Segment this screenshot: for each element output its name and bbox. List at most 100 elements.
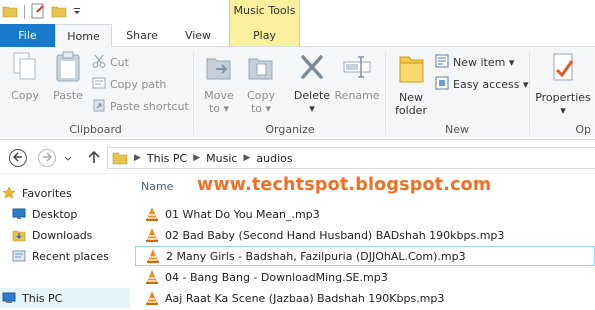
recent-places-icon (10, 249, 28, 263)
copy-to-label-1: Copy (247, 89, 275, 102)
watermark-text: www.techtspot.blogspot.com (197, 175, 492, 195)
back-arrow-icon (12, 151, 23, 165)
up-button[interactable] (85, 149, 103, 167)
organize-group-label: Organize (265, 123, 315, 136)
new-item-icon (435, 54, 449, 71)
delete-button[interactable]: Delete ▾ (291, 51, 333, 115)
properties-icon[interactable] (31, 3, 45, 22)
qat-separator (24, 5, 25, 19)
move-to-label-2: to ▾ (208, 102, 230, 115)
nav-downloads[interactable]: Downloads (0, 225, 130, 245)
cut-label: Cut (110, 55, 129, 69)
move-to-label-1: Move (204, 89, 234, 102)
vlc-cone-icon (143, 227, 161, 243)
new-item-button[interactable]: New item ▾ (435, 53, 514, 71)
copy-to-label-2: to ▾ (250, 102, 272, 115)
copy-path-label: Copy path (110, 77, 167, 91)
file-name: 02 Bad Baby (Second Hand Husband) BADsha… (165, 228, 505, 242)
file-list: Name www.techtspot.blogspot.com 01 What … (131, 175, 595, 310)
paste-shortcut-label: Paste shortcut (110, 99, 189, 113)
new-folder-label-1: New (399, 91, 423, 104)
scissors-icon (92, 54, 106, 71)
forward-arrow-icon (42, 151, 53, 165)
delete-x-icon (291, 51, 333, 86)
chevron-down-icon (64, 152, 72, 165)
ribbon-separator (385, 51, 386, 135)
delete-dropdown: ▾ (309, 102, 315, 115)
tab-share[interactable]: Share (112, 24, 172, 47)
rename-button[interactable]: Rename (333, 51, 381, 102)
paste-shortcut-icon (92, 98, 106, 115)
nav-this-pc[interactable]: This PC (0, 288, 130, 308)
qat-dropdown-icon[interactable] (73, 6, 81, 19)
easy-access-label: Easy access ▾ (453, 77, 529, 91)
copy-to-icon (243, 51, 279, 86)
file-row[interactable]: Aaj Raat Ka Scene (Jazbaa) Badshah 190Kb… (135, 288, 595, 308)
file-name: 01 What Do You Mean_.mp3 (165, 207, 320, 221)
file-name: 2 Many Girls - Badshah, Fazilpuria (DJJO… (166, 249, 466, 263)
tab-file[interactable]: File (0, 24, 55, 47)
nav-downloads-label: Downloads (32, 228, 93, 242)
copy-label: Copy (11, 89, 39, 102)
tab-play[interactable]: Play (229, 24, 300, 47)
folder-icon (112, 151, 128, 165)
file-row[interactable]: 01 What Do You Mean_.mp3 (135, 204, 595, 224)
navigation-pane: Favorites Desktop Downloads Recent place… (0, 175, 130, 310)
star-icon (0, 186, 18, 200)
paste-button[interactable]: Paste (48, 51, 88, 102)
move-to-button[interactable]: Move to ▾ (201, 51, 237, 115)
cut-button[interactable]: Cut (92, 53, 129, 71)
clipboard-group: Copy Paste Cut Copy path Paste shortcut … (0, 47, 191, 140)
file-row[interactable]: 02 Bad Baby (Second Hand Husband) BADsha… (135, 225, 595, 245)
properties-button[interactable]: Properties ▾ (535, 51, 591, 117)
nav-this-pc-label: This PC (22, 291, 63, 305)
up-arrow-icon (88, 150, 100, 167)
column-header-name[interactable]: Name (141, 180, 173, 193)
nav-recent-places-label: Recent places (32, 249, 109, 263)
copy-to-button[interactable]: Copy to ▾ (243, 51, 279, 115)
paste-icon (48, 51, 88, 86)
breadcrumb-separator-icon: ▶ (134, 153, 141, 163)
file-row-selected[interactable]: 2 Many Girls - Badshah, Fazilpuria (DJJO… (135, 246, 595, 266)
copy-path-icon (92, 76, 106, 93)
nav-recent-places[interactable]: Recent places (0, 246, 130, 266)
paste-label: Paste (53, 89, 83, 102)
paste-shortcut-button[interactable]: Paste shortcut (92, 97, 189, 115)
open-group: Properties ▾ Op (531, 47, 595, 140)
copy-path-button[interactable]: Copy path (92, 75, 166, 93)
new-folder-qat-icon[interactable] (51, 4, 67, 21)
nav-favorites[interactable]: Favorites (0, 183, 130, 203)
properties-dropdown: ▾ (560, 104, 566, 117)
breadcrumb-audios[interactable]: audios (256, 152, 292, 165)
new-group: New folder New item ▾ Easy access ▾ New (387, 47, 529, 140)
delete-label: Delete (293, 89, 331, 102)
explorer-window: Music Tools File Home Share View Play Co… (0, 0, 595, 310)
quick-access-toolbar (2, 3, 81, 21)
vlc-cone-icon (144, 248, 162, 264)
breadcrumb-music[interactable]: Music (206, 152, 237, 165)
properties-label: Properties (535, 91, 591, 104)
ribbon-separator (193, 51, 194, 135)
file-name: 04 - Bang Bang - DownloadMing.SE.mp3 (165, 270, 388, 284)
app-folder-icon[interactable] (2, 4, 18, 21)
address-bar[interactable]: ▶ This PC ▶ Music ▶ audios (107, 147, 595, 169)
new-folder-button[interactable]: New folder (391, 51, 431, 117)
easy-access-icon (435, 76, 449, 93)
tab-view[interactable]: View (172, 24, 224, 47)
file-row[interactable]: 04 - Bang Bang - DownloadMing.SE.mp3 (135, 267, 595, 287)
recent-locations-button[interactable] (63, 149, 73, 167)
nav-desktop[interactable]: Desktop (0, 204, 130, 224)
new-folder-label-2: folder (395, 104, 427, 117)
copy-button[interactable]: Copy (6, 51, 44, 102)
properties-big-icon (535, 51, 591, 88)
breadcrumb-this-pc[interactable]: This PC (147, 152, 187, 165)
back-button[interactable] (9, 149, 27, 167)
music-tools-label: Music Tools (233, 4, 296, 17)
forward-button[interactable] (38, 149, 56, 167)
easy-access-button[interactable]: Easy access ▾ (435, 75, 529, 93)
vlc-cone-icon (143, 290, 161, 306)
ribbon-separator (529, 51, 530, 135)
tab-home[interactable]: Home (55, 24, 112, 48)
copy-icon (6, 51, 44, 86)
move-to-icon (201, 51, 237, 86)
